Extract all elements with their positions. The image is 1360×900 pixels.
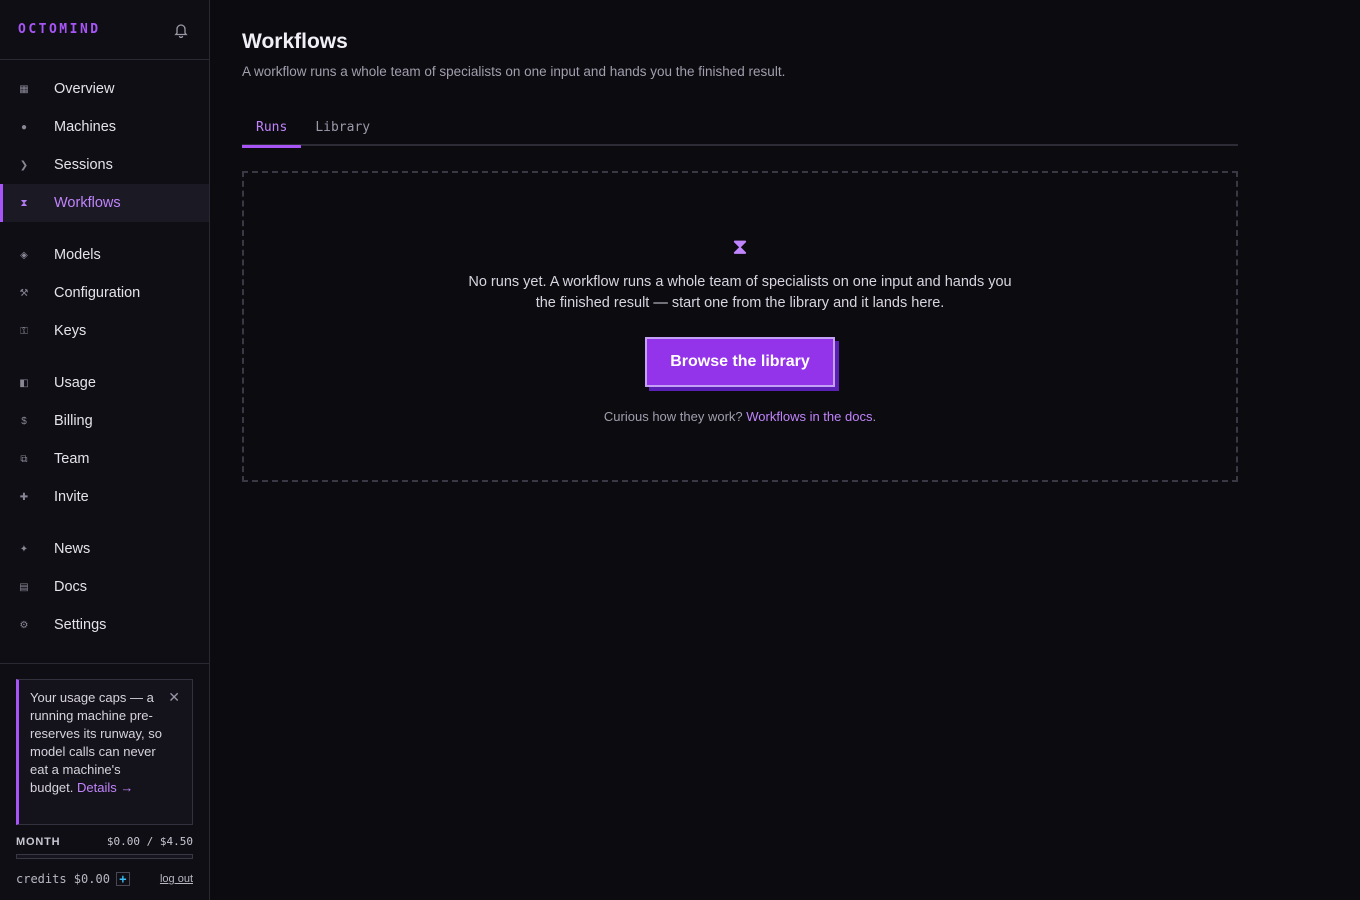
settings-icon: ⚙ — [19, 619, 29, 631]
news-icon: ✦ — [19, 543, 29, 555]
sidebar-item-news[interactable]: ✦ News — [0, 530, 209, 568]
docs-line: Curious how they work? Workflows in the … — [604, 409, 876, 424]
credits-text: credits $0.00 — [16, 872, 110, 886]
sidebar-item-machines[interactable]: ● Machines — [0, 108, 209, 146]
sidebar-item-label: Keys — [54, 323, 87, 339]
empty-state-text: No runs yet. A workflow runs a whole tea… — [468, 274, 1012, 311]
sidebar-item-models[interactable]: ◈ Models — [0, 236, 209, 274]
sidebar-item-invite[interactable]: ✚ Invite — [0, 478, 209, 516]
month-usage-row: MONTH $0.00 / $4.50 — [16, 835, 193, 848]
sidebar-footer: Your usage caps — a running machine pre-… — [0, 663, 209, 900]
sidebar-item-overview[interactable]: ▦ Overview — [0, 70, 209, 108]
add-credits-button[interactable]: + — [115, 872, 130, 886]
workflows-docs-link[interactable]: Workflows in the docs — [746, 409, 872, 424]
sidebar-item-label: Billing — [54, 413, 93, 429]
sidebar: OCTOMIND ▦ Overview ● Machines ❯ Sessions ⧗ Wor… — [0, 0, 210, 900]
sidebar-item-label: Invite — [54, 489, 89, 505]
browse-library-button[interactable]: Browse the library — [645, 337, 835, 387]
usage-caps-tip: Your usage caps — a running machine pre-… — [16, 679, 193, 825]
nav-group-gap — [0, 350, 209, 364]
browse-library-wrap: Browse the library — [645, 337, 839, 391]
close-icon[interactable]: ✕ — [168, 689, 180, 705]
sidebar-item-keys[interactable]: ⚿ Keys — [0, 312, 209, 350]
sidebar-item-label: Overview — [54, 81, 115, 97]
nav-group-gap — [0, 222, 209, 236]
page-title: Workflows — [242, 30, 348, 53]
tab-library[interactable]: Library — [301, 109, 384, 146]
sidebar-item-label: News — [54, 541, 91, 557]
overview-icon: ▦ — [19, 83, 29, 95]
page-subtitle: A workflow runs a whole team of speciali… — [242, 64, 786, 79]
sessions-icon: ❯ — [19, 159, 29, 171]
sidebar-item-label: Team — [54, 451, 90, 467]
keys-icon: ⚿ — [20, 325, 28, 337]
sidebar-item-workflows[interactable]: ⧗ Workflows — [0, 184, 209, 222]
nav-group-gap — [0, 516, 209, 530]
sidebar-item-label: Configuration — [54, 285, 141, 301]
docs-suffix: . — [872, 409, 877, 424]
month-usage-value: $0.00 / $4.50 — [106, 835, 193, 848]
sidebar-item-label: Workflows — [54, 195, 121, 211]
sidebar-item-label: Docs — [54, 579, 88, 595]
configuration-icon: ⚒ — [19, 287, 29, 299]
sidebar-item-label: Machines — [54, 119, 117, 135]
sidebar-item-label: Sessions — [54, 157, 113, 173]
tabs: Runs Library — [242, 109, 1238, 148]
logout-link[interactable]: log out — [160, 873, 193, 885]
usage-icon: ◧ — [19, 377, 29, 389]
sidebar-item-docs[interactable]: ▤ Docs — [0, 568, 209, 606]
sidebar-nav: ▦ Overview ● Machines ❯ Sessions ⧗ Workflows ◈ Mo… — [0, 60, 209, 644]
credits-row: credits $0.00 + log out — [16, 872, 193, 886]
brand-row: OCTOMIND — [0, 0, 209, 60]
sidebar-item-settings[interactable]: ⚙ Settings — [0, 606, 209, 644]
sidebar-item-billing[interactable]: $ Billing — [0, 402, 209, 440]
machines-icon: ● — [20, 121, 28, 133]
billing-icon: $ — [21, 415, 27, 427]
credits: credits $0.00 + — [16, 872, 130, 886]
month-usage-bar — [16, 854, 193, 859]
main-content: Workflows A workflow runs a whole team o… — [242, 0, 1238, 482]
hourglass-icon: ⧗ — [732, 234, 748, 259]
models-icon: ◈ — [20, 249, 28, 261]
month-label: MONTH — [16, 835, 61, 848]
workflows-icon: ⧗ — [20, 197, 28, 209]
bell-icon[interactable] — [173, 22, 189, 38]
sidebar-item-usage[interactable]: ◧ Usage — [0, 364, 209, 402]
sidebar-item-team[interactable]: ⧉ Team — [0, 440, 209, 478]
invite-icon: ✚ — [19, 491, 29, 503]
empty-state: ⧗ No runs yet. A workflow runs a whole t… — [242, 171, 1238, 482]
team-icon: ⧉ — [20, 453, 28, 465]
docs-prefix: Curious how they work? — [603, 409, 747, 424]
tip-details-link[interactable]: Details → — [77, 780, 133, 795]
sidebar-item-sessions[interactable]: ❯ Sessions — [0, 146, 209, 184]
sidebar-item-configuration[interactable]: ⚒ Configuration — [0, 274, 209, 312]
sidebar-item-label: Usage — [54, 375, 96, 391]
tab-runs[interactable]: Runs — [242, 109, 302, 148]
sidebar-item-label: Models — [54, 247, 101, 263]
sidebar-item-label: Settings — [54, 617, 107, 633]
brand-logo[interactable]: OCTOMIND — [18, 22, 101, 37]
docs-icon: ▤ — [19, 581, 29, 593]
